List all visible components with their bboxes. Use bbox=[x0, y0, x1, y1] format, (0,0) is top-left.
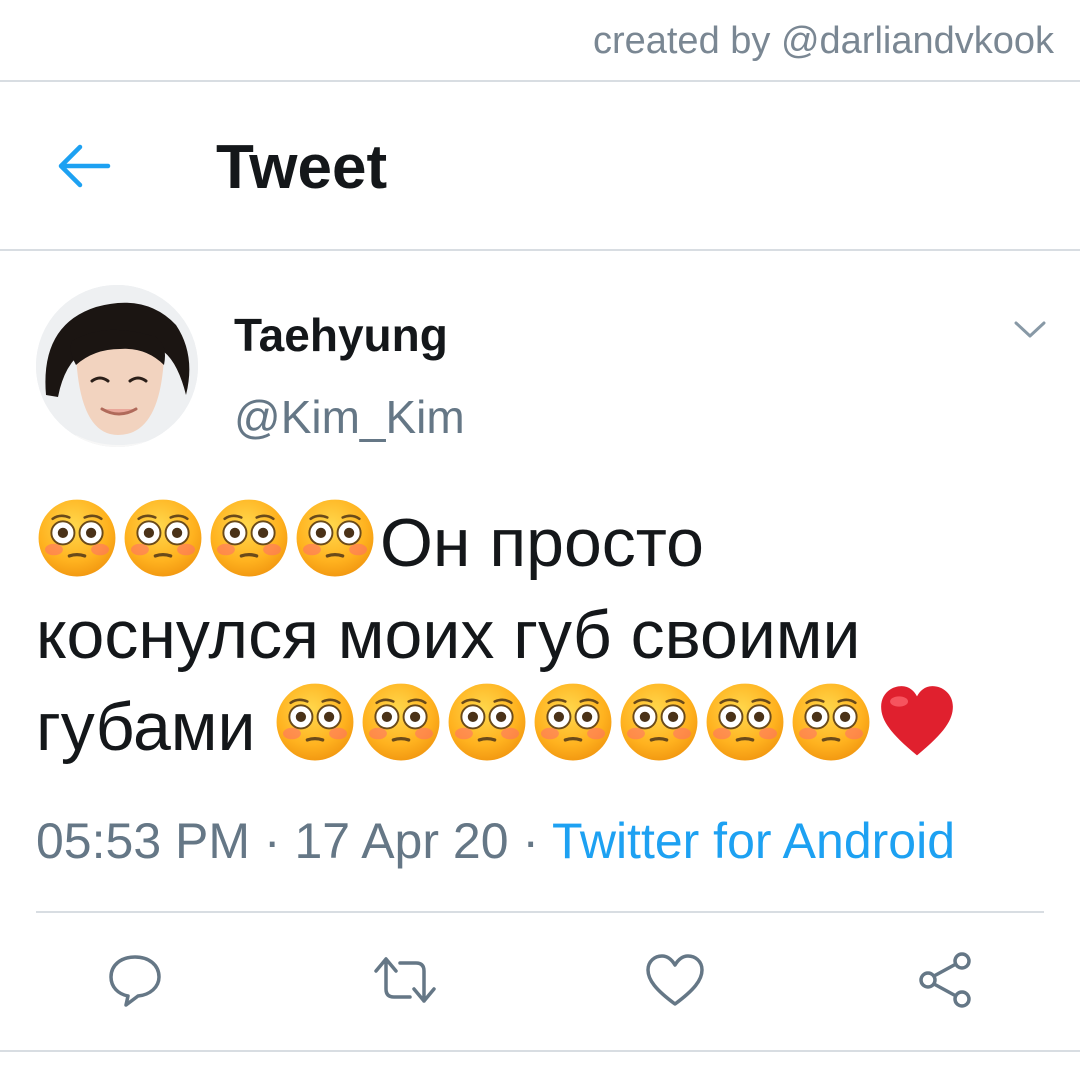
flushed-face-emoji bbox=[208, 497, 290, 579]
user-handle[interactable]: @Kim_Kim bbox=[234, 390, 465, 444]
flushed-face-emoji bbox=[122, 497, 204, 579]
heart-icon bbox=[646, 954, 704, 1006]
share-button[interactable] bbox=[905, 940, 985, 1020]
retweet-icon bbox=[374, 957, 436, 1003]
display-name[interactable]: Taehyung bbox=[234, 308, 448, 362]
app-header: Tweet bbox=[0, 82, 1080, 250]
avatar-image bbox=[36, 285, 198, 447]
red-heart-emoji bbox=[876, 681, 958, 763]
reply-icon bbox=[109, 955, 161, 1007]
divider bbox=[0, 249, 1080, 251]
back-arrow-icon bbox=[58, 144, 111, 188]
flushed-face-emoji bbox=[704, 681, 786, 763]
tweet-text-line: губами bbox=[36, 689, 275, 765]
flushed-face-emoji bbox=[294, 497, 376, 579]
retweet-button[interactable] bbox=[365, 940, 445, 1020]
back-button[interactable] bbox=[52, 134, 116, 198]
flushed-face-emoji bbox=[790, 681, 872, 763]
tweet-text-line: коснулся моих губ своими bbox=[36, 597, 861, 673]
tweet-meta: 05:53 PM · 17 Apr 20 · Twitter for Andro… bbox=[36, 812, 955, 870]
divider bbox=[0, 1050, 1080, 1052]
tweet-actions bbox=[0, 940, 1080, 1020]
flushed-face-emoji bbox=[274, 681, 356, 763]
tweet-source-link[interactable]: Twitter for Android bbox=[552, 813, 955, 869]
share-icon bbox=[919, 952, 971, 1008]
flushed-face-emoji bbox=[618, 681, 700, 763]
divider bbox=[36, 911, 1044, 913]
like-button[interactable] bbox=[635, 940, 715, 1020]
flushed-face-emoji bbox=[446, 681, 528, 763]
tweet-line-3: губами bbox=[36, 681, 1046, 773]
chevron-down-icon bbox=[1014, 321, 1046, 338]
tweet-line-2: коснулся моих губ своими bbox=[36, 589, 1046, 681]
tweet-text-line: Он просто bbox=[380, 505, 704, 581]
flushed-face-emoji bbox=[532, 681, 614, 763]
tweet-text: Он просто коснулся моих губ своими губам… bbox=[36, 497, 1046, 773]
reply-button[interactable] bbox=[95, 940, 175, 1020]
tweet-options-button[interactable] bbox=[1010, 312, 1050, 348]
tweet-timestamp: 05:53 PM · 17 Apr 20 · bbox=[36, 813, 553, 869]
avatar[interactable] bbox=[36, 285, 198, 447]
flushed-face-emoji bbox=[360, 681, 442, 763]
tweet-line-1: Он просто bbox=[36, 497, 1046, 589]
flushed-face-emoji bbox=[36, 497, 118, 579]
credit-text: created by @darliandvkook bbox=[592, 20, 1054, 62]
page-title: Tweet bbox=[216, 133, 388, 202]
